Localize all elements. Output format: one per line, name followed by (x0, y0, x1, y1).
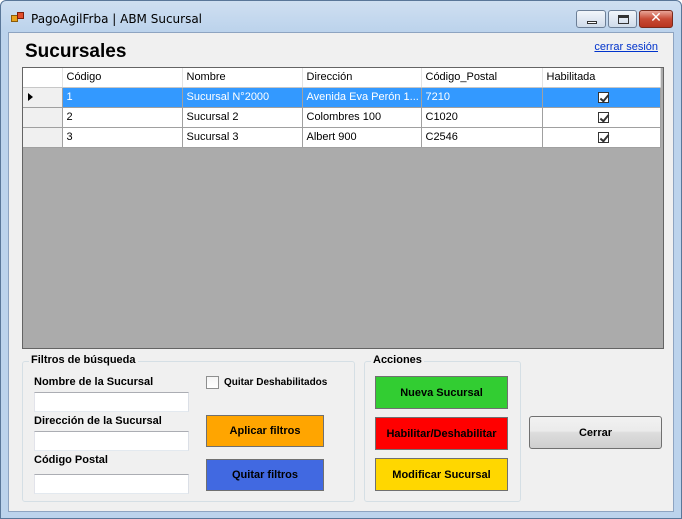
cell-codigo-postal[interactable]: C2546 (421, 127, 543, 148)
column-header-direccion[interactable]: Dirección (302, 68, 422, 88)
column-header-habilitada[interactable]: Habilitada (542, 68, 661, 88)
grid-header-row: Código Nombre Dirección Código_Postal Ha… (23, 68, 661, 88)
habilitada-checkbox[interactable] (597, 111, 609, 123)
cell-codigo[interactable]: 2 (62, 107, 183, 128)
page-title: Sucursales (25, 41, 127, 62)
filters-groupbox: Filtros de búsqueda Nombre de la Sucursa… (22, 354, 355, 502)
minimize-button[interactable] (576, 10, 606, 28)
row-header[interactable] (23, 127, 63, 148)
direccion-label: Dirección de la Sucursal (34, 415, 162, 427)
quitar-deshabilitados-checkbox[interactable]: Quitar Deshabilitados (206, 376, 327, 389)
column-header-codigo[interactable]: Código (62, 68, 183, 88)
close-icon: ✕ (650, 10, 662, 26)
filters-group-title: Filtros de búsqueda (29, 354, 138, 366)
row-header[interactable] (23, 107, 63, 128)
logout-link[interactable]: cerrar sesión (594, 41, 658, 53)
app-window: PagoAgilFrba | ABM Sucursal ✕ Sucursales… (0, 0, 682, 519)
client-area: Sucursales cerrar sesión Código Nombre D… (8, 32, 674, 512)
table-row[interactable]: 3 Sucursal 3 Albert 900 C2546 (23, 127, 661, 148)
table-row[interactable]: 1 Sucursal N°2000 Avenida Eva Perón 1...… (23, 87, 661, 108)
cell-nombre[interactable]: Sucursal 3 (182, 127, 303, 148)
cell-direccion[interactable]: Albert 900 (302, 127, 422, 148)
cell-habilitada[interactable] (542, 127, 661, 148)
cell-codigo[interactable]: 3 (62, 127, 183, 148)
codigo-postal-input[interactable] (34, 474, 189, 494)
codigo-postal-label: Código Postal (34, 454, 108, 466)
cell-habilitada[interactable] (542, 107, 661, 128)
actions-groupbox: Acciones Nueva Sucursal Habilitar/Deshab… (364, 354, 521, 502)
table-row[interactable]: 2 Sucursal 2 Colombres 100 C1020 (23, 107, 661, 128)
cell-habilitada[interactable] (542, 87, 661, 108)
checkbox-box[interactable] (206, 376, 219, 389)
toggle-habilitada-button[interactable]: Habilitar/Deshabilitar (375, 417, 508, 450)
apply-filters-button[interactable]: Aplicar filtros (206, 415, 324, 447)
habilitada-checkbox[interactable] (597, 131, 609, 143)
cell-direccion[interactable]: Avenida Eva Perón 1... (302, 87, 422, 108)
nombre-input[interactable] (34, 392, 189, 412)
cell-nombre[interactable]: Sucursal N°2000 (182, 87, 303, 108)
cell-codigo-postal[interactable]: 7210 (421, 87, 543, 108)
row-header[interactable] (23, 87, 63, 108)
direccion-input[interactable] (34, 431, 189, 451)
edit-sucursal-button[interactable]: Modificar Sucursal (375, 458, 508, 491)
cell-direccion[interactable]: Colombres 100 (302, 107, 422, 128)
app-icon (11, 12, 25, 24)
sucursales-grid[interactable]: Código Nombre Dirección Código_Postal Ha… (22, 67, 664, 349)
window-title: PagoAgilFrba | ABM Sucursal (31, 12, 203, 26)
sucursales-table: Código Nombre Dirección Código_Postal Ha… (23, 68, 661, 148)
maximize-button[interactable] (608, 10, 637, 28)
actions-group-title: Acciones (371, 354, 424, 366)
nombre-label: Nombre de la Sucursal (34, 376, 154, 388)
close-button[interactable]: Cerrar (529, 416, 662, 449)
column-header-codigo-postal[interactable]: Código_Postal (421, 68, 543, 88)
current-row-arrow-icon (28, 93, 33, 101)
new-sucursal-button[interactable]: Nueva Sucursal (375, 376, 508, 409)
quitar-deshabilitados-label: Quitar Deshabilitados (224, 377, 328, 388)
close-window-button[interactable]: ✕ (639, 10, 673, 28)
row-header-corner (23, 68, 63, 88)
cell-codigo[interactable]: 1 (62, 87, 183, 108)
clear-filters-button[interactable]: Quitar filtros (206, 459, 324, 491)
habilitada-checkbox[interactable] (597, 91, 609, 103)
title-bar[interactable]: PagoAgilFrba | ABM Sucursal ✕ (1, 1, 681, 33)
cell-codigo-postal[interactable]: C1020 (421, 107, 543, 128)
minimize-icon (587, 21, 597, 24)
column-header-nombre[interactable]: Nombre (182, 68, 303, 88)
maximize-icon (618, 15, 629, 24)
cell-nombre[interactable]: Sucursal 2 (182, 107, 303, 128)
